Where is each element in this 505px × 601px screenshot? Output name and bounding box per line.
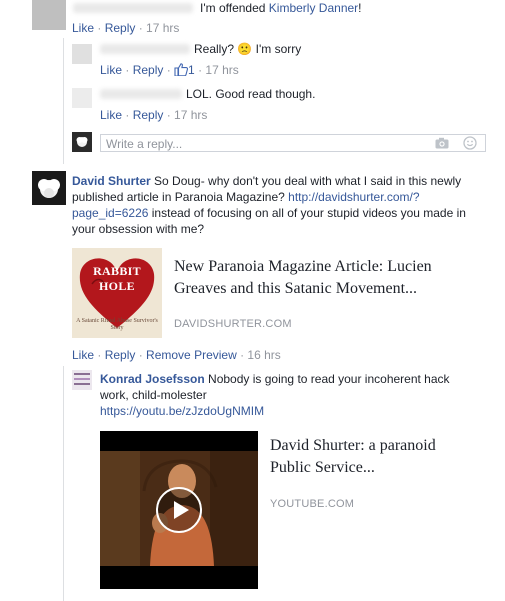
comment-text: LOL. Good read though. bbox=[186, 87, 316, 101]
remove-preview-link[interactable]: Remove Preview bbox=[146, 348, 237, 362]
reply-thread-line bbox=[63, 366, 64, 601]
smiley-icon[interactable] bbox=[463, 136, 477, 153]
blurred-name bbox=[100, 89, 182, 99]
thumbs-up-icon bbox=[174, 63, 189, 79]
reply-link[interactable]: Reply bbox=[133, 108, 164, 122]
preview-domain: DAVIDSHURTER.COM bbox=[174, 318, 292, 330]
mention-link[interactable]: Kimberly Danner bbox=[269, 1, 358, 15]
avatar[interactable] bbox=[32, 0, 66, 30]
like-link[interactable]: Like bbox=[72, 348, 94, 362]
preview-thumbnail[interactable]: RABBIT HOLE A Satanic Ritual Abuse Survi… bbox=[72, 248, 162, 338]
reply-input-placeholder: Write a reply... bbox=[106, 137, 183, 151]
camera-icon[interactable] bbox=[435, 137, 449, 152]
reply-input[interactable]: Write a reply... bbox=[100, 134, 486, 152]
play-icon[interactable] bbox=[156, 487, 202, 533]
comment-actions: Like · Reply · 17 hrs bbox=[72, 21, 180, 35]
avatar[interactable] bbox=[32, 171, 66, 205]
avatar bbox=[72, 132, 92, 152]
video-thumbnail[interactable] bbox=[100, 431, 258, 589]
timestamp[interactable]: 16 hrs bbox=[247, 348, 280, 362]
thumbnail-subtitle: A Satanic Ritual Abuse Survivor's Story bbox=[76, 318, 158, 331]
video-link[interactable]: https://youtu.be/zJzdoUgNMIM bbox=[100, 404, 264, 418]
like-link[interactable]: Like bbox=[72, 21, 94, 35]
like-link[interactable]: Like bbox=[100, 63, 122, 77]
blurred-name bbox=[100, 44, 190, 54]
like-link[interactable]: Like bbox=[100, 108, 122, 122]
reply-link[interactable]: Reply bbox=[105, 348, 136, 362]
sad-emoji: 🙁 bbox=[237, 42, 253, 56]
reply-link[interactable]: Reply bbox=[105, 21, 136, 35]
blurred-name bbox=[73, 3, 193, 13]
comment-body: Konrad Josefsson Nobody is going to read… bbox=[100, 371, 480, 419]
preview-domain: YOUTUBE.COM bbox=[270, 498, 355, 510]
preview-title[interactable]: David Shurter: a paranoid Public Service… bbox=[270, 435, 480, 479]
reply-thread-line bbox=[63, 38, 64, 164]
preview-title[interactable]: New Paranoia Magazine Article: Lucien Gr… bbox=[174, 256, 464, 300]
like-count[interactable]: 1 bbox=[174, 63, 195, 77]
avatar[interactable] bbox=[72, 370, 92, 390]
timestamp[interactable]: 17 hrs bbox=[205, 63, 238, 77]
author-name[interactable]: David Shurter bbox=[72, 174, 151, 188]
comment-actions: Like · Reply · Remove Preview · 16 hrs bbox=[72, 348, 281, 362]
thumbnail-title: RABBIT HOLE bbox=[93, 264, 141, 293]
comment-text: I'm offended Kimberly Danner! bbox=[200, 1, 362, 15]
comment-text: Really? 🙁 I'm sorry bbox=[194, 42, 302, 56]
link-preview[interactable]: RABBIT HOLE A Satanic Ritual Abuse Survi… bbox=[72, 248, 492, 340]
comment-body: David Shurter So Doug- why don't you dea… bbox=[72, 173, 492, 237]
author-name[interactable]: Konrad Josefsson bbox=[100, 372, 205, 386]
comment-actions: Like · Reply · 1 · 17 hrs bbox=[100, 63, 239, 77]
comment-actions: Like · Reply · 17 hrs bbox=[100, 108, 208, 122]
reply-link[interactable]: Reply bbox=[133, 63, 164, 77]
avatar[interactable] bbox=[72, 88, 92, 108]
avatar[interactable] bbox=[72, 44, 92, 64]
video-preview[interactable]: David Shurter: a paranoid Public Service… bbox=[100, 431, 490, 589]
timestamp[interactable]: 17 hrs bbox=[174, 108, 207, 122]
timestamp[interactable]: 17 hrs bbox=[146, 21, 179, 35]
